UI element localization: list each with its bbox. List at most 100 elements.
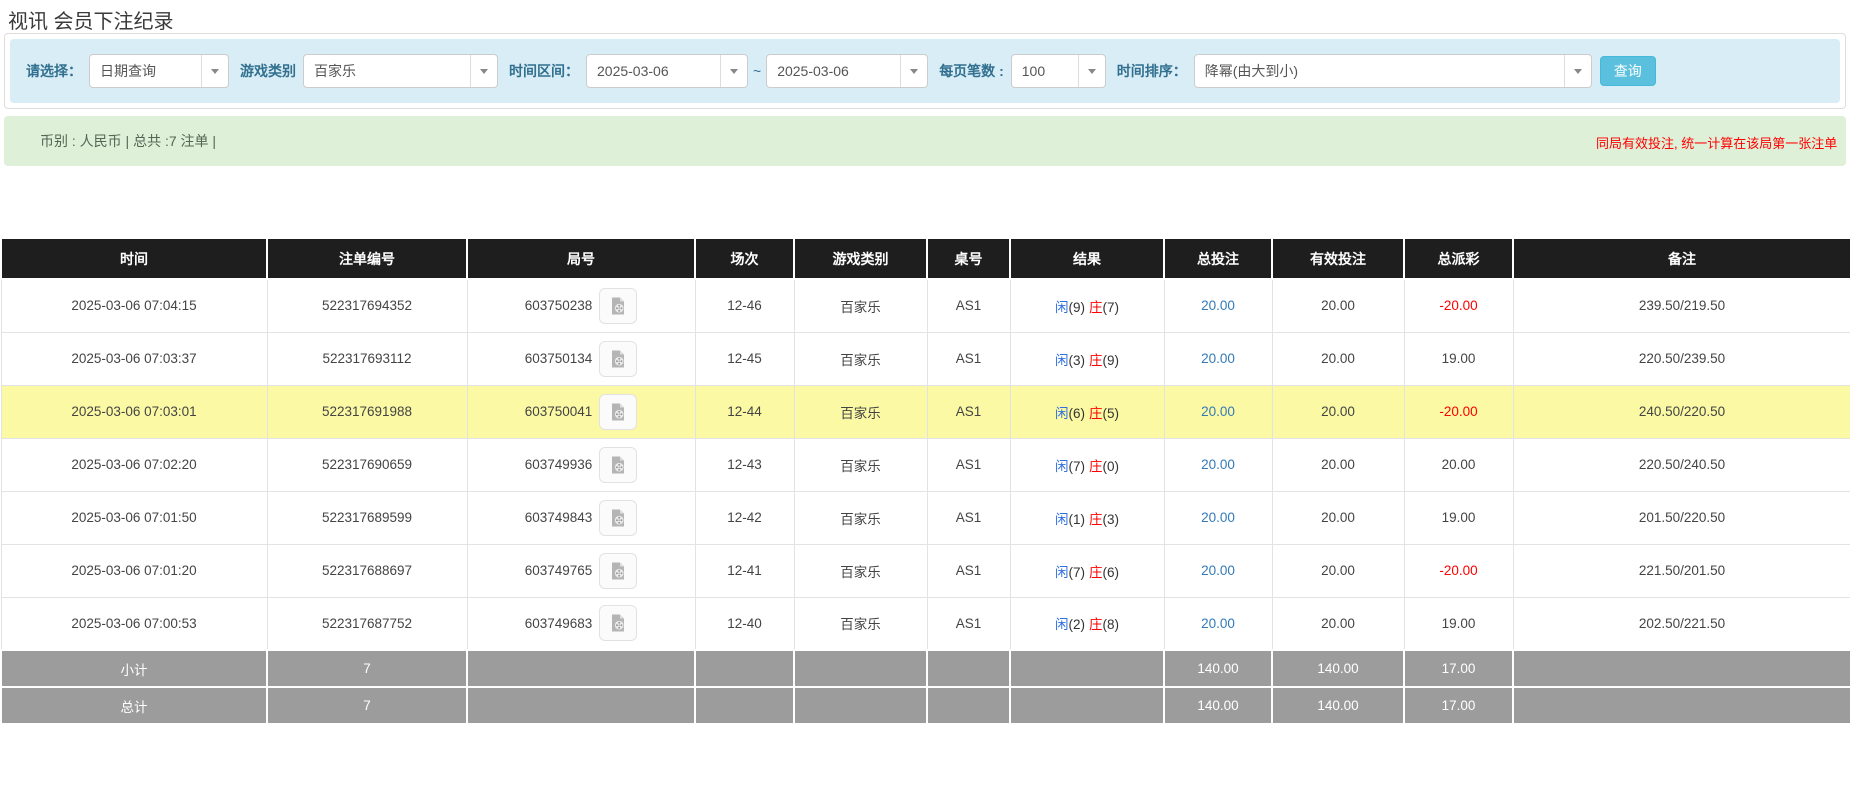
game-type-cell: 百家乐 [794, 597, 927, 650]
video-replay-button[interactable] [599, 500, 637, 536]
table-row: 2025-03-06 07:00:53522317687752603749683… [1, 597, 1850, 650]
table-no-cell: AS1 [927, 491, 1010, 544]
search-button[interactable]: 查询 [1600, 56, 1656, 86]
bet-id-cell: 522317689599 [267, 491, 467, 544]
bet-id-cell: 522317694352 [267, 279, 467, 332]
chevron-down-icon[interactable] [720, 55, 747, 87]
video-replay-button[interactable] [599, 341, 637, 377]
column-header: 总派彩 [1404, 238, 1513, 279]
session-cell: 12-40 [695, 597, 794, 650]
column-header: 场次 [695, 238, 794, 279]
time-sort-value: 降幂(由大到小) [1195, 61, 1564, 81]
time-cell: 2025-03-06 07:01:50 [1, 491, 267, 544]
result-player-score: (2) [1069, 617, 1086, 632]
valid-bet-cell: 20.00 [1272, 279, 1404, 332]
result-cell: 闲(3)庄(9) [1010, 332, 1164, 385]
bet-id-cell: 522317693112 [267, 332, 467, 385]
table-row: 2025-03-06 07:03:37522317693112603750134… [1, 332, 1850, 385]
bet-records-table: 时间注单编号局号场次游戏类别桌号结果总投注有效投注总派彩备注 2025-03-0… [0, 237, 1850, 725]
query-mode-dropdown[interactable]: 日期查询 [89, 54, 229, 88]
session-cell: 12-46 [695, 279, 794, 332]
valid-bet-cell: 20.00 [1272, 597, 1404, 650]
result-banker-score: (8) [1103, 617, 1120, 632]
table-no-cell: AS1 [927, 597, 1010, 650]
subtotal-total-bet: 140.00 [1164, 650, 1272, 687]
result-banker-label: 庄 [1089, 459, 1103, 474]
summary-currency-text: 币别 : 人民币 | 总共 :7 注单 | [40, 131, 216, 151]
result-player-label: 闲 [1055, 459, 1069, 474]
total-bet-cell: 20.00 [1164, 279, 1272, 332]
total-bet-link[interactable]: 20.00 [1201, 616, 1235, 631]
chevron-down-icon[interactable] [1078, 55, 1105, 87]
result-banker-label: 庄 [1089, 565, 1103, 580]
payout-cell: -20.00 [1404, 544, 1513, 597]
date-to-dropdown[interactable]: 2025-03-06 [766, 54, 928, 88]
total-bet-link[interactable]: 20.00 [1201, 457, 1235, 472]
result-cell: 闲(6)庄(5) [1010, 385, 1164, 438]
valid-bet-cell: 20.00 [1272, 332, 1404, 385]
total-bet-cell: 20.00 [1164, 332, 1272, 385]
time-cell: 2025-03-06 07:02:20 [1, 438, 267, 491]
date-from-value: 2025-03-06 [587, 63, 720, 79]
round-cell: 603750238 [467, 279, 695, 332]
video-replay-button[interactable] [599, 605, 637, 641]
total-bet-link[interactable]: 20.00 [1201, 351, 1235, 366]
page-size-dropdown[interactable]: 100 [1011, 54, 1106, 88]
payout-cell: -20.00 [1404, 385, 1513, 438]
total-bet-link[interactable]: 20.00 [1201, 510, 1235, 525]
column-header: 备注 [1513, 238, 1850, 279]
total-bet-link[interactable]: 20.00 [1201, 404, 1235, 419]
result-player-label: 闲 [1055, 300, 1069, 315]
remark-cell: 202.50/221.50 [1513, 597, 1850, 650]
time-cell: 2025-03-06 07:03:37 [1, 332, 267, 385]
time-range-label: 时间区间： [509, 61, 579, 81]
total-bet-cell: 20.00 [1164, 385, 1272, 438]
payout-cell: 19.00 [1404, 597, 1513, 650]
grand-total-row: 总计 7 140.00 140.00 17.00 [1, 687, 1850, 724]
video-replay-button[interactable] [599, 394, 637, 430]
grand-total-total-bet: 140.00 [1164, 687, 1272, 724]
video-replay-button[interactable] [599, 553, 637, 589]
table-no-cell: AS1 [927, 279, 1010, 332]
table-row: 2025-03-06 07:01:50522317689599603749843… [1, 491, 1850, 544]
payout-cell: 19.00 [1404, 332, 1513, 385]
table-row: 2025-03-06 07:02:20522317690659603749936… [1, 438, 1850, 491]
total-bet-cell: 20.00 [1164, 491, 1272, 544]
chevron-down-icon[interactable] [1564, 55, 1591, 87]
subtotal-payout: 17.00 [1404, 650, 1513, 687]
table-header: 时间注单编号局号场次游戏类别桌号结果总投注有效投注总派彩备注 [1, 238, 1850, 279]
grand-total-payout: 17.00 [1404, 687, 1513, 724]
result-player-label: 闲 [1055, 353, 1069, 368]
result-player-label: 闲 [1055, 512, 1069, 527]
chevron-down-icon[interactable] [201, 55, 228, 87]
result-player-score: (7) [1069, 459, 1086, 474]
time-sort-dropdown[interactable]: 降幂(由大到小) [1194, 54, 1592, 88]
column-header: 注单编号 [267, 238, 467, 279]
result-banker-label: 庄 [1089, 512, 1103, 527]
video-replay-button[interactable] [599, 288, 637, 324]
result-player-score: (9) [1069, 300, 1086, 315]
result-player-score: (7) [1069, 565, 1086, 580]
table-no-cell: AS1 [927, 438, 1010, 491]
result-cell: 闲(7)庄(0) [1010, 438, 1164, 491]
round-cell: 603749936 [467, 438, 695, 491]
chevron-down-icon[interactable] [900, 55, 927, 87]
game-type-cell: 百家乐 [794, 438, 927, 491]
game-type-cell: 百家乐 [794, 385, 927, 438]
query-mode-value: 日期查询 [90, 61, 201, 81]
valid-bet-notice: 同局有效投注, 统一计算在该局第一张注单 [1596, 133, 1837, 152]
date-from-dropdown[interactable]: 2025-03-06 [586, 54, 748, 88]
total-bet-link[interactable]: 20.00 [1201, 298, 1235, 313]
bet-id-cell: 522317691988 [267, 385, 467, 438]
remark-cell: 220.50/239.50 [1513, 332, 1850, 385]
video-replay-button[interactable] [599, 447, 637, 483]
summary-bar: 币别 : 人民币 | 总共 :7 注单 | 同局有效投注, 统一计算在该局第一张… [4, 116, 1846, 166]
game-type-value: 百家乐 [304, 61, 470, 81]
chevron-down-icon[interactable] [470, 55, 497, 87]
round-cell: 603750041 [467, 385, 695, 438]
game-type-dropdown[interactable]: 百家乐 [303, 54, 498, 88]
game-type-label: 游戏类别 [240, 61, 296, 81]
total-bet-link[interactable]: 20.00 [1201, 563, 1235, 578]
remark-cell: 221.50/201.50 [1513, 544, 1850, 597]
result-banker-score: (6) [1103, 565, 1120, 580]
